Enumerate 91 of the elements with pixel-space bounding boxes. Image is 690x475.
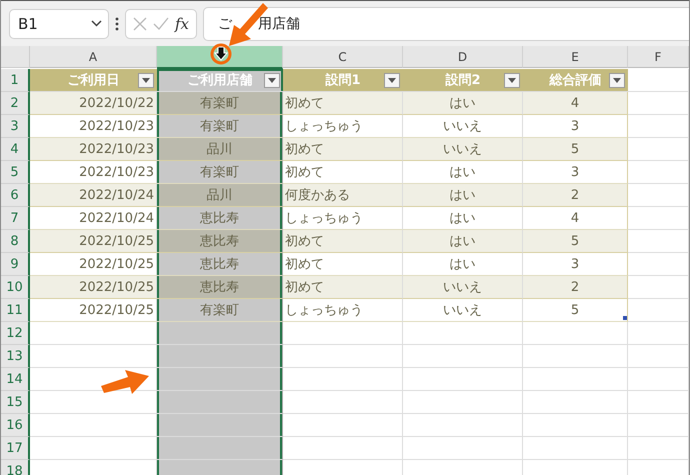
row-number[interactable]: 11 [1, 299, 30, 322]
table-cell: 有楽町 [157, 299, 283, 322]
row-number[interactable]: 1 [1, 69, 30, 92]
empty-cell [628, 391, 689, 414]
empty-cell [628, 322, 689, 345]
dropdown-arrow-icon [613, 78, 621, 83]
table-cell: 有楽町 [157, 92, 283, 115]
empty-cell [628, 345, 689, 368]
empty-cell [628, 414, 689, 437]
filter-button[interactable] [138, 73, 154, 88]
table-cell: しょっちゅう [283, 299, 403, 322]
table-cell: 4 [523, 92, 628, 115]
fill-handle[interactable] [623, 316, 627, 320]
table-cell: 品川 [157, 138, 283, 161]
pointer-arrow [101, 370, 149, 394]
table-cell: いいえ [403, 299, 523, 322]
dropdown-arrow-icon [142, 78, 150, 83]
header-label: 設問2 [445, 72, 481, 89]
row-number[interactable]: 3 [1, 115, 30, 138]
dropdown-arrow-icon [268, 78, 276, 83]
header-label: 総合評価 [550, 72, 602, 89]
table-cell: 2022/10/24 [30, 184, 157, 207]
empty-cell [628, 161, 689, 184]
row-number[interactable]: 5 [1, 161, 30, 184]
table-cell: 5 [523, 138, 628, 161]
row-number[interactable]: 16 [1, 414, 30, 437]
down-arrow-cursor-icon [214, 46, 228, 61]
empty-cell [628, 368, 689, 391]
filter-button[interactable] [384, 73, 400, 88]
empty-cell [628, 253, 689, 276]
column-header[interactable]: F [628, 46, 689, 68]
table-cell: 2022/10/23 [30, 138, 157, 161]
table-cell: いいえ [403, 138, 523, 161]
column-header[interactable] [157, 46, 283, 69]
dropdown-caret-icon [91, 20, 102, 27]
row-number[interactable]: 8 [1, 230, 30, 253]
table-cell: 有楽町 [157, 115, 283, 138]
table-cell: 初めて [283, 92, 403, 115]
row-number[interactable]: 7 [1, 207, 30, 230]
table-cell: 2 [523, 184, 628, 207]
row-number[interactable]: 10 [1, 276, 30, 299]
filter-button[interactable] [504, 73, 520, 88]
empty-cell [628, 207, 689, 230]
row-number[interactable]: 15 [1, 391, 30, 414]
column-header[interactable]: C [283, 46, 403, 68]
more-options-icon[interactable] [115, 16, 119, 30]
dropdown-arrow-icon [508, 78, 516, 83]
table-cell: 恵比寿 [157, 230, 283, 253]
table-cell: はい [403, 92, 523, 115]
row-number[interactable]: 13 [1, 345, 30, 368]
row-number[interactable]: 9 [1, 253, 30, 276]
table-cell: 有楽町 [157, 161, 283, 184]
filter-button[interactable] [609, 73, 625, 88]
header-label: ご利用日 [68, 72, 120, 89]
table-cell: 何度かある [283, 184, 403, 207]
row-number[interactable]: 12 [1, 322, 30, 345]
table-cell: 2022/10/25 [30, 230, 157, 253]
highlight-circle [210, 44, 232, 64]
dropdown-arrow-icon [388, 78, 396, 83]
table-cell: 品川 [157, 184, 283, 207]
table-cell: 2 [523, 276, 628, 299]
table-cell: 初めて [283, 276, 403, 299]
table-cell: はい [403, 184, 523, 207]
empty-cell [628, 115, 689, 138]
header-label: 設問1 [325, 72, 361, 89]
row-number[interactable]: 4 [1, 138, 30, 161]
row-number[interactable]: 17 [1, 437, 30, 460]
table-cell: 初めて [283, 230, 403, 253]
table-cell: 5 [523, 230, 628, 253]
filter-button[interactable] [264, 73, 280, 88]
table-cell: 恵比寿 [157, 276, 283, 299]
table-cell: 初めて [283, 138, 403, 161]
table-cell: いいえ [403, 276, 523, 299]
check-icon[interactable] [152, 17, 169, 30]
column-header[interactable]: A [30, 46, 157, 68]
row-number[interactable]: 2 [1, 92, 30, 115]
row-number[interactable]: 14 [1, 368, 30, 391]
table-cell: はい [403, 230, 523, 253]
row-number[interactable]: 6 [1, 184, 30, 207]
empty-cell [628, 299, 689, 322]
row-number[interactable]: 18 [1, 460, 30, 475]
empty-cell [628, 437, 689, 460]
name-box[interactable]: B1 [9, 8, 109, 38]
table-cell: 恵比寿 [157, 253, 283, 276]
formula-input[interactable]: ご 用店舗 [203, 6, 689, 40]
table-cell: 恵比寿 [157, 207, 283, 230]
table-cell: 2022/10/25 [30, 276, 157, 299]
insert-function-button[interactable]: fx [174, 14, 189, 32]
column-header[interactable]: E [523, 46, 628, 68]
table-cell: 2022/10/22 [30, 92, 157, 115]
column-header[interactable]: D [403, 46, 523, 68]
